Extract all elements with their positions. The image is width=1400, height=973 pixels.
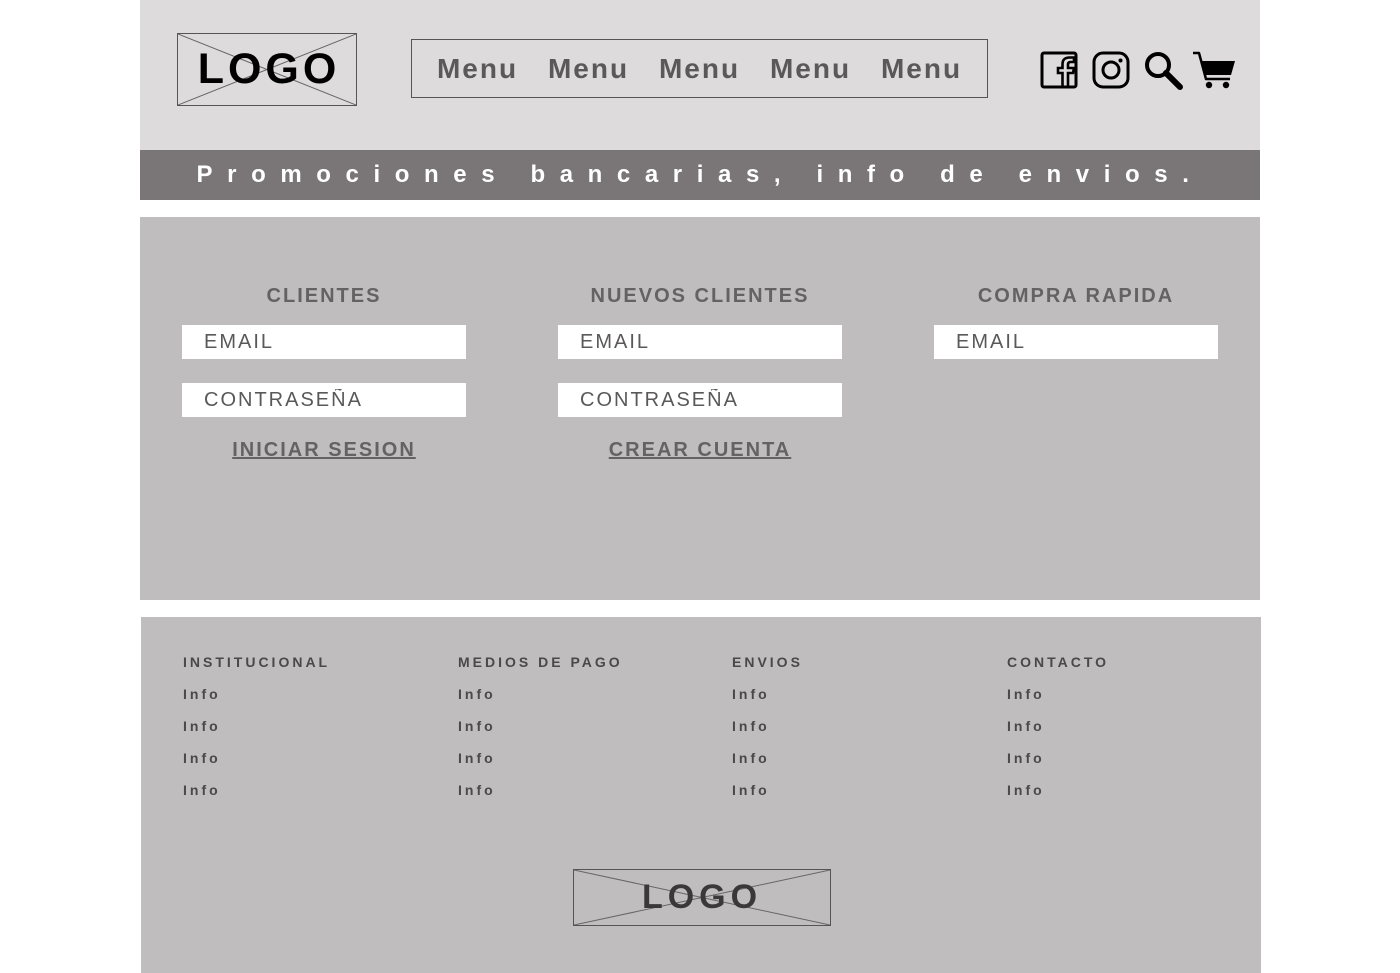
menu-item-3[interactable]: Menu [659,53,740,85]
clientes-title: CLIENTES [266,285,382,307]
nuevos-email-field[interactable] [558,325,842,359]
footer-link[interactable]: Info [183,686,330,718]
footer-heading: CONTACTO [1007,654,1110,670]
footer-link[interactable]: Info [458,686,623,718]
footer-link[interactable]: Info [458,718,623,750]
iniciar-sesion-link[interactable]: INICIAR SESION [182,439,466,462]
footer-link[interactable]: Info [458,750,623,782]
menu-item-4[interactable]: Menu [770,53,851,85]
menu-item-5[interactable]: Menu [881,53,962,85]
footer-logo[interactable]: LOGO [573,869,831,926]
footer-column-medios-de-pago: MEDIOS DE PAGO Info Info Info Info [458,654,623,814]
footer-link[interactable]: Info [1007,782,1109,814]
footer-link[interactable]: Info [1007,718,1109,750]
site-header: LOGO Menu Menu Menu Menu Menu [140,0,1260,150]
search-icon[interactable] [1142,48,1186,92]
nuevos-password-field[interactable] [558,383,842,417]
menu-item-1[interactable]: Menu [437,53,518,85]
footer-link[interactable]: Info [732,686,803,718]
promo-banner: Promociones bancarias, info de envios. [140,150,1260,200]
footer-link[interactable]: Info [732,718,803,750]
facebook-icon[interactable] [1038,48,1082,92]
footer-link[interactable]: Info [183,750,330,782]
footer-column-institucional: INSTITUCIONAL Info Info Info Info [183,654,330,814]
compra-rapida-title: COMPRA RAPIDA [977,285,1175,307]
menu-item-2[interactable]: Menu [548,53,629,85]
cart-icon[interactable] [1192,48,1236,92]
main-menu: Menu Menu Menu Menu Menu [411,39,988,98]
footer-link[interactable]: Info [1007,750,1109,782]
footer-link[interactable]: Info [1007,686,1109,718]
nuevos-clientes-title: NUEVOS CLIENTES [590,285,810,307]
footer-column-envios: ENVIOS Info Info Info Info [732,654,803,814]
instagram-icon[interactable] [1090,48,1134,92]
crear-cuenta-link[interactable]: CREAR CUENTA [558,439,842,462]
logo-text: LOGO [197,45,341,93]
footer-link[interactable]: Info [732,750,803,782]
site-footer: INSTITUCIONAL Info Info Info Info MEDIOS… [141,617,1261,973]
login-section: CLIENTES INICIAR SESION NUEVOS CLIENTES … [140,217,1260,600]
footer-heading: INSTITUCIONAL [183,654,331,670]
footer-link[interactable]: Info [183,718,330,750]
clientes-email-field[interactable] [182,325,466,359]
promo-text: Promociones bancarias, info de envios. [196,161,1204,188]
compra-rapida-email-field[interactable] [934,325,1218,359]
footer-link[interactable]: Info [458,782,623,814]
footer-heading: ENVIOS [732,654,803,670]
footer-link[interactable]: Info [732,782,803,814]
clientes-password-field[interactable] [182,383,466,417]
logo-text: LOGO [641,878,763,916]
footer-column-contacto: CONTACTO Info Info Info Info [1007,654,1109,814]
header-logo[interactable]: LOGO [177,33,357,106]
footer-heading: MEDIOS DE PAGO [458,654,623,670]
footer-link[interactable]: Info [183,782,330,814]
